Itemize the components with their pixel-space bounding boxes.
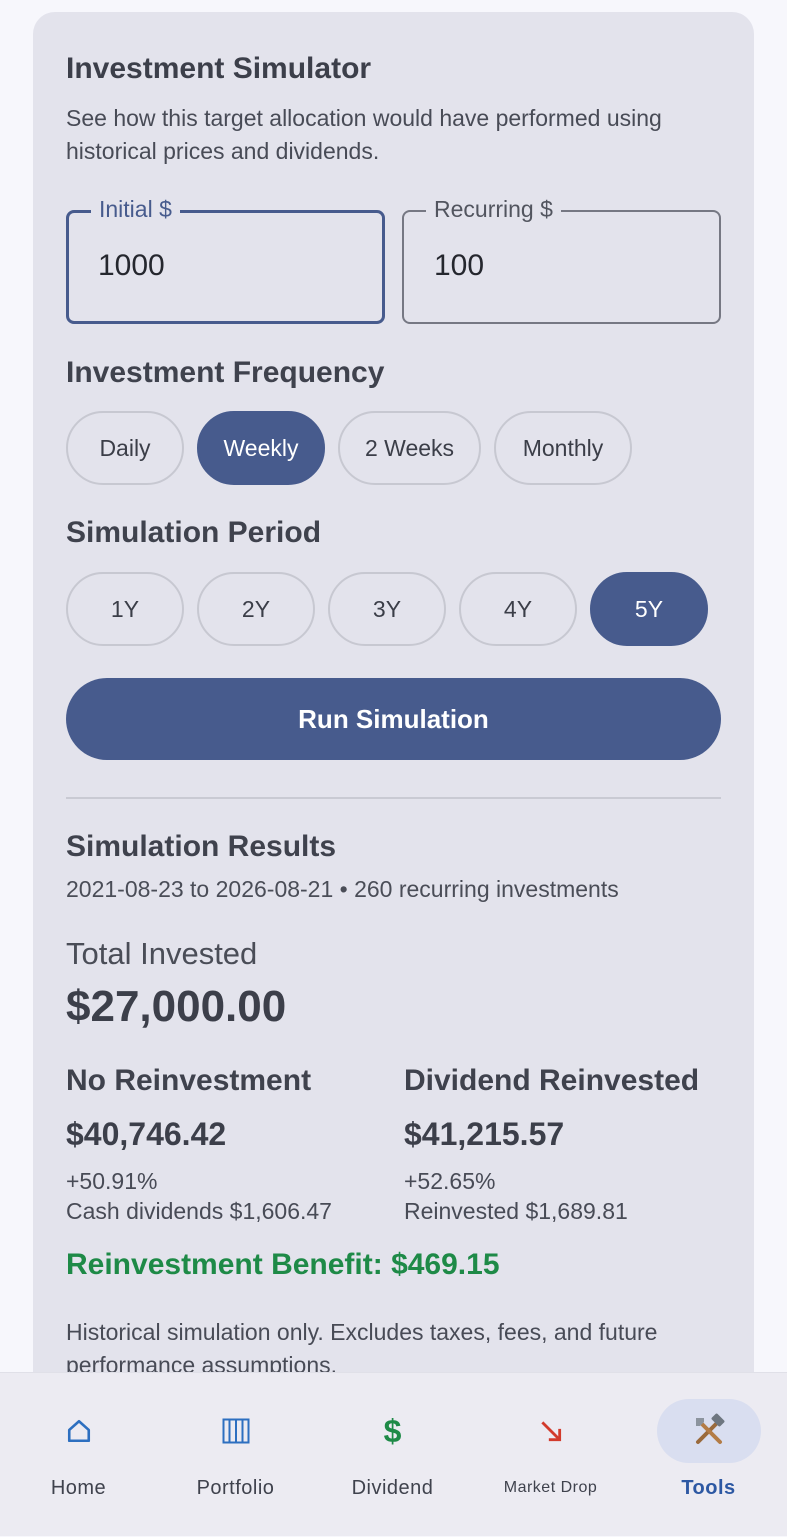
frequency-heading: Investment Frequency (66, 356, 385, 389)
total-invested-label: Total Invested (66, 936, 258, 971)
portfolio-icon (184, 1399, 288, 1463)
initial-amount-label: Initial $ (91, 196, 180, 223)
results-title: Simulation Results (66, 830, 337, 863)
nav-portfolio-label: Portfolio (196, 1477, 275, 1499)
nav-home[interactable]: Home (0, 1373, 157, 1537)
cash-dividends: Cash dividends $1,606.47 (66, 1198, 332, 1224)
recurring-amount-field[interactable]: Recurring $ (402, 196, 721, 324)
period-heading: Simulation Period (66, 516, 322, 549)
nav-market-drop[interactable]: Market Drop (472, 1373, 629, 1537)
dividend-reinvested-value: $41,215.57 (404, 1116, 565, 1152)
trend-down-icon (499, 1399, 603, 1463)
recurring-amount-input[interactable] (434, 244, 684, 288)
recurring-amount-label: Recurring $ (426, 196, 561, 223)
dollar-icon: $ (383, 1412, 402, 1449)
nav-portfolio[interactable]: Portfolio (157, 1373, 314, 1537)
reinvested-dividends: Reinvested $1,689.81 (404, 1198, 628, 1224)
frequency-chip-daily[interactable]: Daily (66, 411, 184, 485)
total-invested-value: $27,000.00 (66, 982, 287, 1031)
frequency-chip-monthly[interactable]: Monthly (494, 411, 632, 485)
initial-amount-field[interactable]: Initial $ (66, 196, 385, 324)
nav-dividend[interactable]: $ Dividend (314, 1373, 471, 1537)
page-subtitle: See how this target allocation would hav… (66, 105, 662, 164)
no-reinvestment-pct: +50.91% (66, 1168, 158, 1194)
dividend-reinvested-pct: +52.65% (404, 1168, 496, 1194)
nav-market-drop-label: Market Drop (503, 1479, 598, 1496)
period-chip-2y[interactable]: 2Y (197, 572, 315, 646)
period-chip-1y[interactable]: 1Y (66, 572, 184, 646)
page-title: Investment Simulator (66, 52, 372, 85)
nav-tools-label: Tools (681, 1477, 736, 1499)
bottom-navigation: Home Portfolio $ Dividend Market Drop To… (0, 1372, 787, 1536)
dividend-reinvested-heading: Dividend Reinvested (404, 1064, 700, 1097)
run-simulation-button[interactable]: Run Simulation (66, 678, 721, 760)
period-chip-3y[interactable]: 3Y (328, 572, 446, 646)
nav-dividend-label: Dividend (351, 1477, 434, 1499)
nav-tools[interactable]: Tools (630, 1373, 787, 1537)
dividend-reinvested-column: Dividend Reinvested $41,215.57 +52.65% R… (404, 1064, 734, 1230)
nav-home-label: Home (50, 1477, 107, 1499)
period-chip-4y[interactable]: 4Y (459, 572, 577, 646)
divider (66, 797, 721, 799)
tools-icon (656, 1399, 761, 1463)
results-range: 2021-08-23 to 2026-08-21 • 260 recurring… (66, 876, 619, 902)
initial-amount-input[interactable] (98, 244, 348, 288)
frequency-chip-weekly[interactable]: Weekly (197, 411, 325, 485)
no-reinvestment-heading: No Reinvestment (66, 1064, 312, 1097)
no-reinvestment-value: $40,746.42 (66, 1116, 227, 1152)
no-reinvestment-column: No Reinvestment $40,746.42 +50.91% Cash … (66, 1064, 396, 1230)
home-icon (27, 1399, 131, 1463)
frequency-chip-2-weeks[interactable]: 2 Weeks (338, 411, 481, 485)
period-chip-5y[interactable]: 5Y (590, 572, 708, 646)
reinvestment-benefit: Reinvestment Benefit: $469.15 (66, 1248, 500, 1281)
simulator-card: Investment Simulator See how this target… (33, 12, 754, 1412)
